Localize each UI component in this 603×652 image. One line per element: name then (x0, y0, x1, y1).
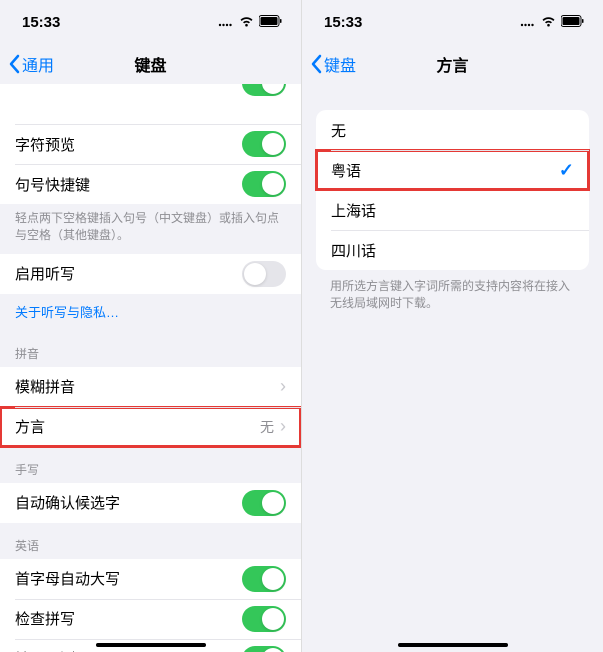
dialect-options: 无 粤语 ✓ 上海话 四川话 (316, 110, 589, 270)
handwriting-header: 手写 (0, 447, 301, 483)
status-indicators (218, 14, 283, 31)
battery-icon (561, 14, 585, 31)
row-label: 句号快捷键 (15, 174, 242, 195)
option-none[interactable]: 无 (316, 110, 589, 150)
chevron-right-icon: › (280, 376, 286, 397)
content: 字符预览 句号快捷键 轻点两下空格键插入句号（中文键盘）或插入句点与空格（其他键… (0, 84, 301, 652)
row-label: 模糊拼音 (15, 376, 280, 397)
option-label: 四川话 (331, 240, 574, 261)
option-shanghainese[interactable]: 上海话 (316, 190, 589, 230)
home-indicator[interactable] (96, 643, 206, 647)
cellular-icon (218, 14, 234, 31)
cellular-icon (520, 14, 536, 31)
enable-dictation-row[interactable]: 启用听写 (0, 254, 301, 294)
back-label: 通用 (22, 52, 54, 76)
char-preview-toggle[interactable] (242, 131, 286, 157)
row-label: 自动确认候选字 (15, 492, 242, 513)
status-indicators (520, 14, 585, 31)
status-time: 15:33 (22, 14, 60, 31)
back-button[interactable]: 通用 (8, 52, 54, 76)
option-label: 粤语 (331, 160, 559, 181)
auto-confirm-toggle[interactable] (242, 490, 286, 516)
battery-icon (259, 14, 283, 31)
dialect-row[interactable]: 方言 无 › (0, 407, 301, 447)
status-time: 15:33 (324, 14, 362, 31)
footer-note: 用所选方言键入字词所需的支持内容将在接入无线局域网时下载。 (302, 270, 603, 320)
keyboard-settings-screen: 15:33 通用 键盘 字符预览 (0, 0, 301, 652)
status-bar: 15:33 (302, 0, 603, 44)
option-cantonese[interactable]: 粤语 ✓ (316, 150, 589, 190)
group-handwriting: 自动确认候选字 (0, 483, 301, 523)
chevron-right-icon: › (280, 416, 286, 437)
char-preview-row[interactable]: 字符预览 (0, 124, 301, 164)
chevron-left-icon (8, 54, 20, 74)
english-header: 英语 (0, 523, 301, 559)
row-label: 启用听写 (15, 263, 242, 284)
row-label: 首字母自动大写 (15, 568, 242, 589)
auto-confirm-row[interactable]: 自动确认候选字 (0, 483, 301, 523)
dialect-value: 无 (260, 417, 274, 437)
pinyin-header: 拼音 (0, 331, 301, 367)
check-spelling-row[interactable]: 检查拼写 (0, 599, 301, 639)
predictive-toggle[interactable] (242, 646, 286, 652)
check-spelling-toggle[interactable] (242, 606, 286, 632)
row-label: 输入预测 (15, 648, 242, 652)
partial-row[interactable] (0, 84, 301, 124)
group-english: 首字母自动大写 检查拼写 输入预测 滑行键入时逐词删除 (0, 559, 301, 652)
chevron-left-icon (310, 54, 322, 74)
group-pinyin: 模糊拼音 › 方言 无 › (0, 367, 301, 447)
option-label: 上海话 (331, 200, 574, 221)
nav-bar: 通用 键盘 (0, 44, 301, 84)
group-general: 字符预览 句号快捷键 (0, 84, 301, 204)
option-label: 无 (331, 120, 574, 141)
period-shortcut-row[interactable]: 句号快捷键 (0, 164, 301, 204)
footer-note: 轻点两下空格键插入句号（中文键盘）或插入句点与空格（其他键盘）。 (0, 204, 301, 254)
nav-bar: 键盘 方言 (302, 44, 603, 84)
back-label: 键盘 (324, 52, 356, 76)
auto-cap-row[interactable]: 首字母自动大写 (0, 559, 301, 599)
dialect-settings-screen: 15:33 键盘 方言 无 粤语 ✓ (302, 0, 603, 652)
fuzzy-pinyin-row[interactable]: 模糊拼音 › (0, 367, 301, 407)
toggle[interactable] (242, 84, 286, 96)
row-label: 方言 (15, 416, 260, 437)
home-indicator[interactable] (398, 643, 508, 647)
page-title: 方言 (436, 52, 468, 76)
auto-cap-toggle[interactable] (242, 566, 286, 592)
row-label: 字符预览 (15, 134, 242, 155)
period-shortcut-toggle[interactable] (242, 171, 286, 197)
row-label: 检查拼写 (15, 608, 242, 629)
content: 无 粤语 ✓ 上海话 四川话 用所选方言键入字词所需的支持内容将在接入无线局域网… (302, 84, 603, 652)
wifi-icon (541, 14, 556, 31)
dictation-privacy-link[interactable]: 关于听写与隐私… (0, 294, 301, 331)
page-title: 键盘 (134, 52, 166, 76)
wifi-icon (239, 14, 254, 31)
checkmark-icon: ✓ (559, 160, 574, 181)
enable-dictation-toggle[interactable] (242, 261, 286, 287)
option-sichuanese[interactable]: 四川话 (316, 230, 589, 270)
back-button[interactable]: 键盘 (310, 52, 356, 76)
status-bar: 15:33 (0, 0, 301, 44)
group-dictation: 启用听写 (0, 254, 301, 294)
